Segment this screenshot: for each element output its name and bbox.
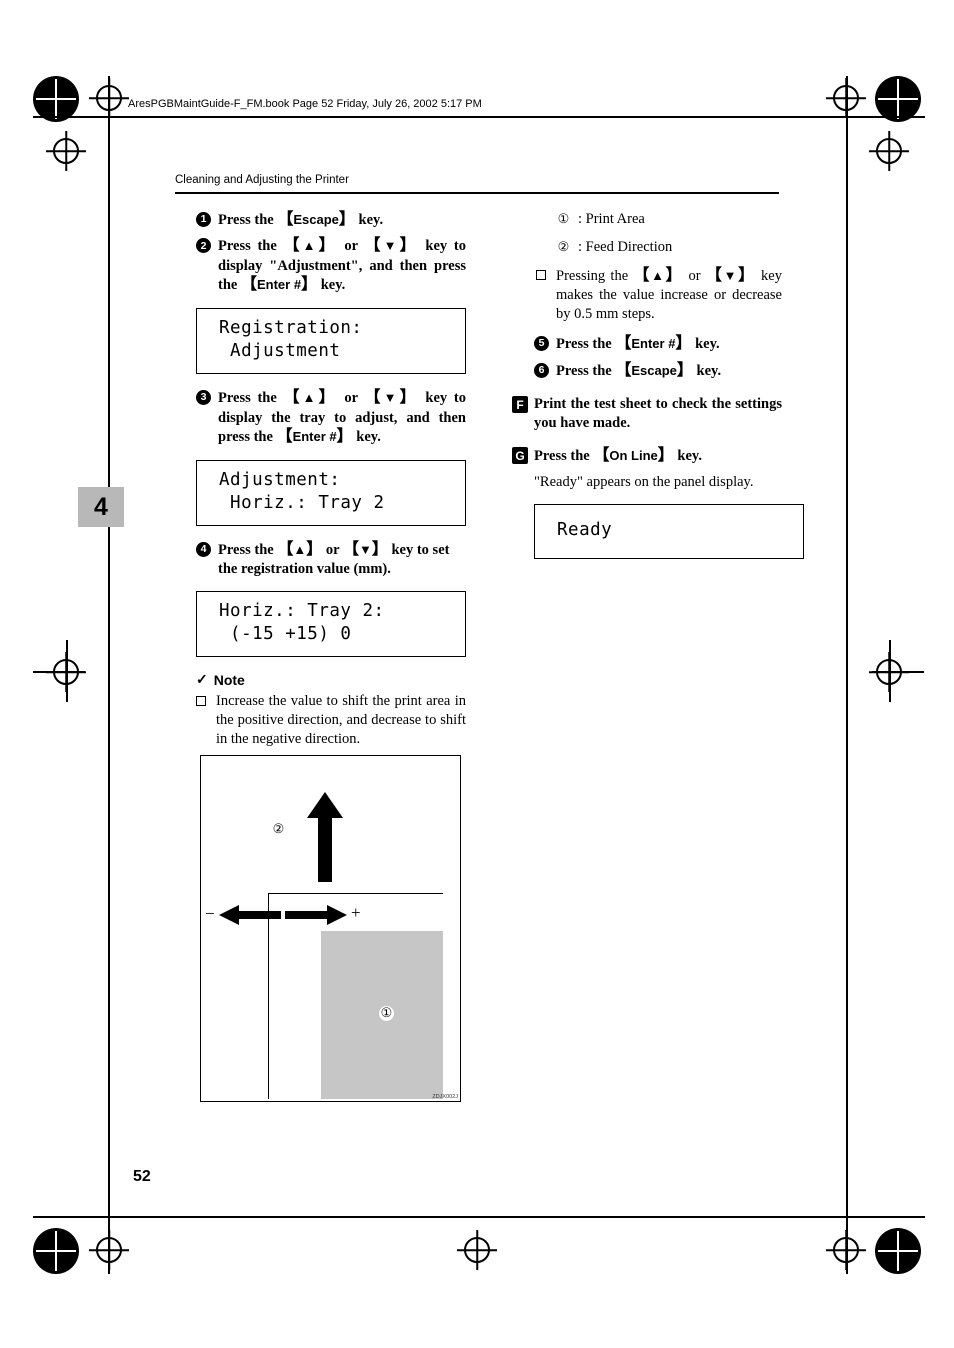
- step-5-number: 5: [534, 336, 549, 352]
- crop-line-right: [846, 76, 848, 1274]
- step-6-text: Press the 【Escape】 key.: [556, 361, 722, 379]
- lcd-line: Adjustment:: [219, 469, 341, 490]
- book-file-line: AresPGBMaintGuide-F_FM.book Page 52 Frid…: [128, 98, 482, 110]
- step-F-text: Print the test sheet to check the settin…: [534, 396, 782, 431]
- note-item-text: Increase the value to shift the print ar…: [216, 693, 466, 747]
- square-bullet-icon: [196, 696, 206, 707]
- legend-text: : Feed Direction: [578, 238, 673, 255]
- figure-caption: ZDJX002J: [432, 1094, 458, 1100]
- right-note-item: Pressing the 【▲】 or 【▼】 key makes the va…: [512, 266, 782, 324]
- crop-line-left-mid: [33, 671, 85, 673]
- minus-label: −: [205, 904, 215, 923]
- lcd-line: Adjustment: [219, 341, 341, 362]
- ready-paragraph: "Ready" appears on the panel display.: [512, 473, 782, 492]
- lcd-panel-ready: Ready: [534, 503, 804, 559]
- step-2-text: Press the 【▲】 or 【▼】 key to display "Adj…: [218, 237, 466, 294]
- lcd-panel-horiz-tray2: Horiz.: Tray 2: (-15 +15) 0: [196, 590, 466, 658]
- lcd-line: Horiz.: Tray 2: [219, 492, 385, 513]
- running-head-rule: [175, 192, 779, 194]
- legend-circle-number: ①: [557, 211, 570, 226]
- step-3: 3 Press the 【▲】 or 【▼】 key to display th…: [196, 388, 466, 447]
- crop-line-right-mid: [872, 671, 924, 673]
- lcd-line: Registration:: [219, 317, 363, 338]
- step-3-number: 3: [196, 390, 211, 406]
- step-F: F Print the test sheet to check the sett…: [512, 395, 782, 432]
- step-2: 2 Press the 【▲】 or 【▼】 key to display "A…: [196, 236, 466, 295]
- crop-line-left-mid-v: [66, 640, 68, 702]
- lcd-panel-registration: Registration: Adjustment: [196, 307, 466, 375]
- note-heading: ✓ Note: [196, 671, 466, 688]
- legend-text: : Print Area: [578, 211, 645, 227]
- step-6: 6 Press the 【Escape】 key.: [512, 361, 782, 381]
- crop-line-bottom: [33, 1216, 925, 1218]
- step-4-number: 4: [196, 541, 211, 557]
- lcd-panel-adjustment: Adjustment: Horiz.: Tray 2: [196, 459, 466, 526]
- note-item: Increase the value to shift the print ar…: [196, 692, 466, 749]
- registration-figure: ② − + ① ZDJX002J: [200, 755, 461, 1102]
- crop-line-top: [33, 116, 925, 118]
- crop-line-left: [108, 76, 110, 1274]
- right-column: ① : Print Area ② : Feed Direction Pressi…: [512, 210, 804, 573]
- crop-line-right-mid-v: [889, 640, 891, 702]
- step-G: G Press the 【On Line】 key.: [512, 446, 782, 466]
- feed-direction-label: ②: [271, 821, 286, 837]
- running-head: Cleaning and Adjusting the Printer: [175, 174, 349, 186]
- page-number: 52: [133, 1168, 151, 1185]
- left-column: 1 Press the 【Escape】 key. 2 Press the 【▲…: [196, 210, 466, 751]
- step-F-number: F: [512, 396, 528, 414]
- note-label: Note: [213, 671, 245, 688]
- step-5: 5 Press the 【Enter #】 key.: [512, 334, 782, 354]
- note-pencil-icon: ✓: [196, 671, 208, 688]
- step-5-text: Press the 【Enter #】 key.: [556, 335, 720, 353]
- plus-label: +: [351, 903, 361, 922]
- print-area-label: ①: [379, 1005, 394, 1021]
- chapter-tab: 4: [78, 487, 124, 527]
- feed-direction-arrow-icon: [307, 792, 343, 882]
- horizontal-arrow-right-icon: [285, 905, 347, 925]
- document-page: AresPGBMaintGuide-F_FM.book Page 52 Frid…: [0, 0, 954, 1348]
- step-6-number: 6: [534, 362, 549, 378]
- lcd-line: (-15 +15) 0: [219, 623, 352, 644]
- legend-circle-number: ②: [557, 238, 570, 254]
- horizontal-arrow-left-icon: [219, 905, 281, 925]
- step-1-text: Press the 【Escape】 key.: [218, 211, 384, 228]
- lcd-line: Horiz.: Tray 2:: [219, 600, 385, 621]
- step-G-number: G: [512, 447, 528, 465]
- step-1-number: 1: [196, 212, 211, 227]
- step-G-text: Press the 【On Line】 key.: [534, 447, 702, 465]
- square-bullet-icon: [536, 269, 546, 280]
- right-note-text: Pressing the 【▲】 or 【▼】 key makes the va…: [556, 266, 782, 323]
- step-2-number: 2: [196, 238, 211, 254]
- print-area-border-top: [268, 893, 443, 895]
- step-4: 4 Press the 【▲】 or 【▼】 key to set the re…: [196, 540, 466, 579]
- step-3-text: Press the 【▲】 or 【▼】 key to display the …: [218, 389, 466, 446]
- ready-text: "Ready" appears on the panel display.: [534, 473, 754, 490]
- step-1: 1 Press the 【Escape】 key.: [196, 210, 466, 230]
- lcd-line: Ready: [557, 519, 613, 540]
- legend-item-2: ② : Feed Direction: [512, 238, 782, 257]
- step-4-text: Press the 【▲】 or 【▼】 key to set the regi…: [218, 540, 450, 578]
- legend-item-1: ① : Print Area: [512, 210, 782, 229]
